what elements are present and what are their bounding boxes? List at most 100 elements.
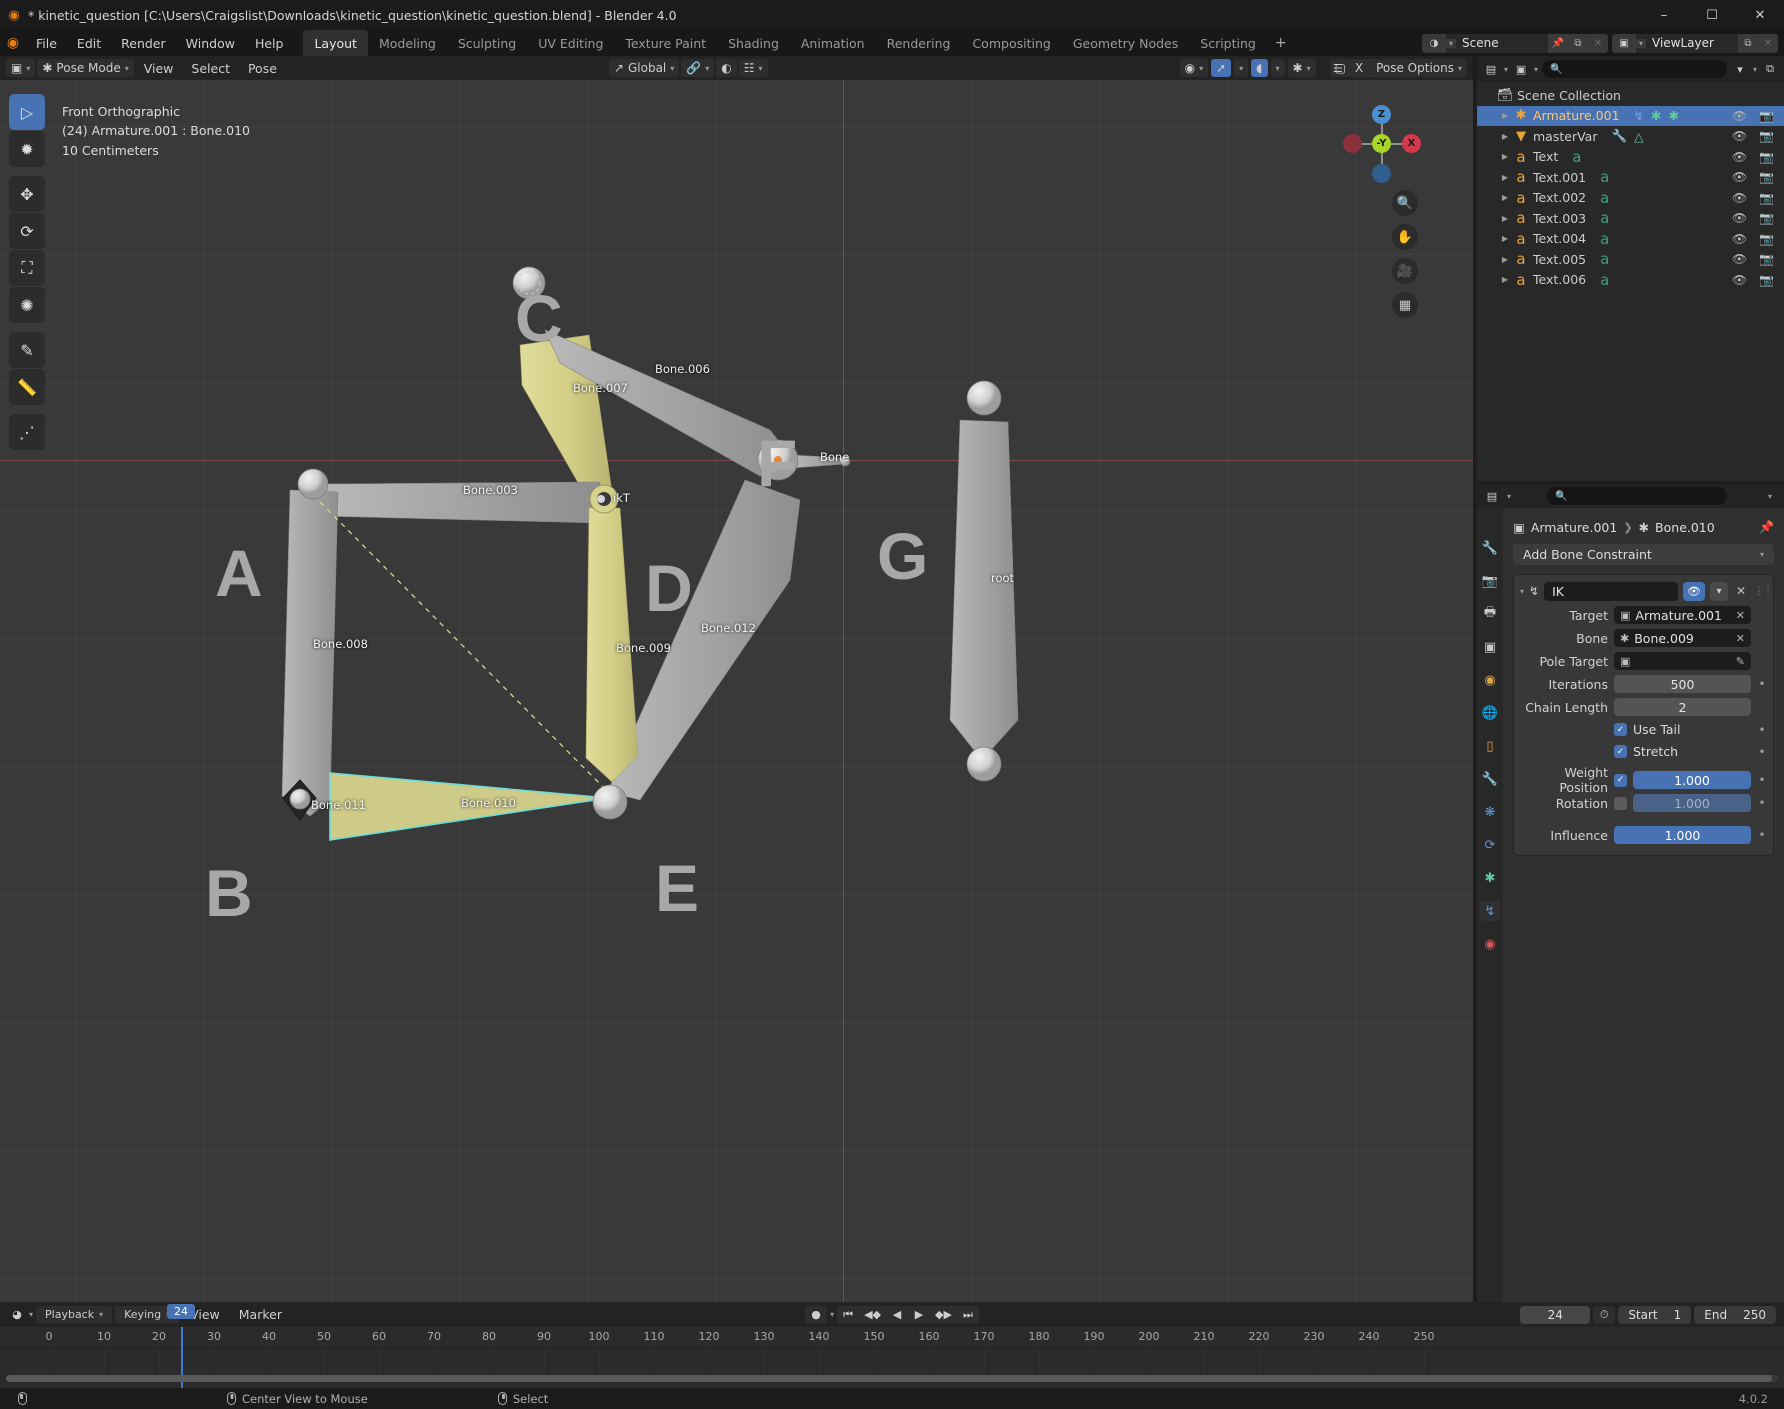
editor-type-button[interactable]: ▣ ▾ (6, 59, 36, 77)
current-frame-field[interactable]: 24 (1520, 1305, 1591, 1324)
remove-viewlayer-icon[interactable]: ✕ (1758, 33, 1778, 53)
tab-object[interactable]: ▯ (1480, 736, 1500, 756)
properties-search-input[interactable] (1572, 489, 1720, 503)
tab-scene[interactable]: ◉ (1480, 670, 1500, 690)
animate-dot-icon[interactable]: • (1757, 745, 1767, 759)
chevron-down-icon[interactable]: ▾ (1504, 65, 1508, 74)
tab-scripting[interactable]: Scripting (1189, 30, 1267, 56)
gizmo-axis-x[interactable]: X (1402, 134, 1421, 153)
new-scene-icon[interactable]: ⧉ (1568, 33, 1588, 53)
disclosure-icon[interactable]: ▶ (1499, 234, 1511, 243)
outliner-row-text-002[interactable]: ▶ a Text.002 a 👁 📷 (1477, 188, 1784, 209)
collapse-chevron-icon[interactable]: ▾ (1520, 587, 1524, 596)
timeline-scrollbar[interactable] (6, 1375, 1778, 1382)
next-keyframe-button[interactable]: ◆▶ (930, 1306, 957, 1324)
visibility-eye-icon[interactable]: 👁 (1732, 191, 1747, 205)
filter-icon[interactable]: ▾ (1731, 60, 1749, 78)
constraint-name-field[interactable]: IK (1544, 581, 1678, 601)
outliner-row-scene-collection[interactable]: 🗃 Scene Collection (1477, 85, 1784, 106)
pose-icon[interactable]: ↯ (1634, 108, 1644, 123)
menu-window[interactable]: Window (176, 30, 245, 56)
mode-selector[interactable]: ✱ Pose Mode ▾ (37, 59, 134, 77)
pose-mirror-icon[interactable]: ☰ (1329, 59, 1347, 77)
menu-help[interactable]: Help (245, 30, 294, 56)
timeline-menu-marker[interactable]: Marker (231, 1306, 290, 1324)
unlink-scene-icon[interactable]: ✕ (1588, 33, 1608, 53)
editor-type-icon[interactable]: ▤ (1482, 60, 1500, 78)
xray-toggle[interactable]: ✱ ▾ (1287, 59, 1316, 77)
visibility-eye-icon[interactable]: 👁 (1732, 211, 1747, 225)
show-gizmo-selector[interactable]: ◉ ▾ (1179, 59, 1209, 77)
outliner-search[interactable]: 🔍 (1542, 60, 1727, 78)
weight-position-checkbox[interactable]: ✓ (1614, 773, 1627, 787)
constraint-drag-handle[interactable]: ⋮⋮ (1754, 586, 1773, 597)
close-button[interactable]: ✕ (1736, 0, 1784, 30)
disclosure-icon[interactable]: ▶ (1499, 132, 1511, 141)
playback-menu[interactable]: Playback ▾ (36, 1305, 113, 1324)
rotation-slider[interactable]: 1.000 (1633, 794, 1751, 812)
iterations-field[interactable]: 500 (1614, 675, 1751, 693)
editor-type-icon[interactable]: ▤ (1483, 487, 1501, 505)
clear-bone-icon[interactable]: ✕ (1736, 632, 1745, 645)
font-data-icon[interactable]: a (1600, 230, 1609, 248)
visibility-eye-icon[interactable]: 👁 (1732, 150, 1747, 164)
tool-breakdowner[interactable]: ⋰ (9, 414, 45, 450)
font-data-icon[interactable]: a (1600, 168, 1609, 186)
render-camera-icon[interactable]: 📷 (1759, 191, 1774, 205)
animate-dot-icon[interactable]: • (1757, 677, 1767, 691)
tab-particles[interactable]: ❋ (1480, 802, 1500, 822)
use-tail-checkbox[interactable]: ✓ (1614, 723, 1627, 736)
chevron-down-icon[interactable]: ▾ (1507, 492, 1511, 501)
outliner-row-text-006[interactable]: ▶ a Text.006 a 👁 📷 (1477, 270, 1784, 291)
rotation-checkbox[interactable] (1614, 796, 1627, 810)
tab-animation[interactable]: Animation (790, 30, 876, 56)
bone-icon[interactable]: ✱ (1669, 108, 1679, 123)
tool-measure[interactable]: 📏 (9, 369, 45, 405)
disclosure-icon[interactable]: ▶ (1499, 193, 1511, 202)
breadcrumb-bone-label[interactable]: Bone.010 (1655, 520, 1715, 535)
start-frame-field[interactable]: Start 1 (1618, 1305, 1692, 1324)
chain-length-field[interactable]: 2 (1614, 698, 1751, 716)
tab-uv-editing[interactable]: UV Editing (527, 30, 614, 56)
gizmo-axis-z[interactable]: Z (1372, 105, 1391, 124)
font-data-icon[interactable]: a (1600, 250, 1609, 268)
gizmo-options-dropdown[interactable]: ▾ (1234, 59, 1249, 77)
render-camera-icon[interactable]: 📷 (1759, 129, 1774, 143)
toggle-orthographic-icon[interactable]: ▦ (1392, 292, 1418, 318)
gizmo-toggle[interactable]: ➚ (1211, 59, 1232, 77)
viewport-menu-view[interactable]: View (136, 59, 182, 77)
x-mirror-toggle[interactable]: X (1349, 59, 1369, 77)
pan-hand-icon[interactable]: ✋ (1392, 224, 1418, 250)
proportional-editing-toggle[interactable]: ◐ (716, 59, 737, 77)
pin-icon[interactable]: 📌 (1759, 520, 1774, 534)
animate-dot-icon[interactable]: • (1757, 828, 1767, 842)
snap-target-selector[interactable]: 🔗 ▾ (681, 59, 715, 77)
tab-texture-paint[interactable]: Texture Paint (614, 30, 717, 56)
blender-menu-icon[interactable]: ◉ (0, 30, 26, 56)
menu-edit[interactable]: Edit (67, 30, 111, 56)
tool-rotate[interactable]: ⟳ (9, 213, 45, 249)
chevron-down-icon[interactable]: ▾ (1753, 65, 1757, 74)
outliner-row-text-005[interactable]: ▶ a Text.005 a 👁 📷 (1477, 249, 1784, 270)
outliner-row-text-004[interactable]: ▶ a Text.004 a 👁 📷 (1477, 229, 1784, 250)
animate-dot-icon[interactable]: • (1757, 773, 1767, 787)
tab-material[interactable]: ◉ (1480, 934, 1500, 954)
breadcrumb-object-label[interactable]: Armature.001 (1531, 520, 1618, 535)
stretch-checkbox[interactable]: ✓ (1614, 745, 1627, 758)
tool-scale[interactable]: ⛶ (9, 250, 45, 286)
tool-annotate[interactable]: ✎ (9, 332, 45, 368)
add-workspace-button[interactable]: + (1267, 30, 1295, 56)
transform-orientation-selector[interactable]: ↗ Global ▾ (608, 59, 680, 77)
render-camera-icon[interactable]: 📷 (1759, 273, 1774, 287)
gizmo-axis-negz[interactable] (1372, 164, 1391, 183)
tool-tweak-select[interactable]: ▷ (9, 94, 45, 130)
tab-physics[interactable]: ⟳ (1480, 835, 1500, 855)
minimize-button[interactable]: – (1640, 0, 1688, 30)
timeline-track-area[interactable] (0, 1348, 1784, 1388)
playhead-frame-badge[interactable]: 24 (167, 1304, 195, 1319)
outliner-row-text[interactable]: ▶ a Text a 👁 📷 (1477, 147, 1784, 168)
constraint-extras-dropdown[interactable]: ▾ (1710, 581, 1728, 601)
font-data-icon[interactable]: a (1600, 189, 1609, 207)
viewport-menu-pose[interactable]: Pose (240, 59, 285, 77)
display-mode-icon[interactable]: ▣ (1512, 60, 1530, 78)
